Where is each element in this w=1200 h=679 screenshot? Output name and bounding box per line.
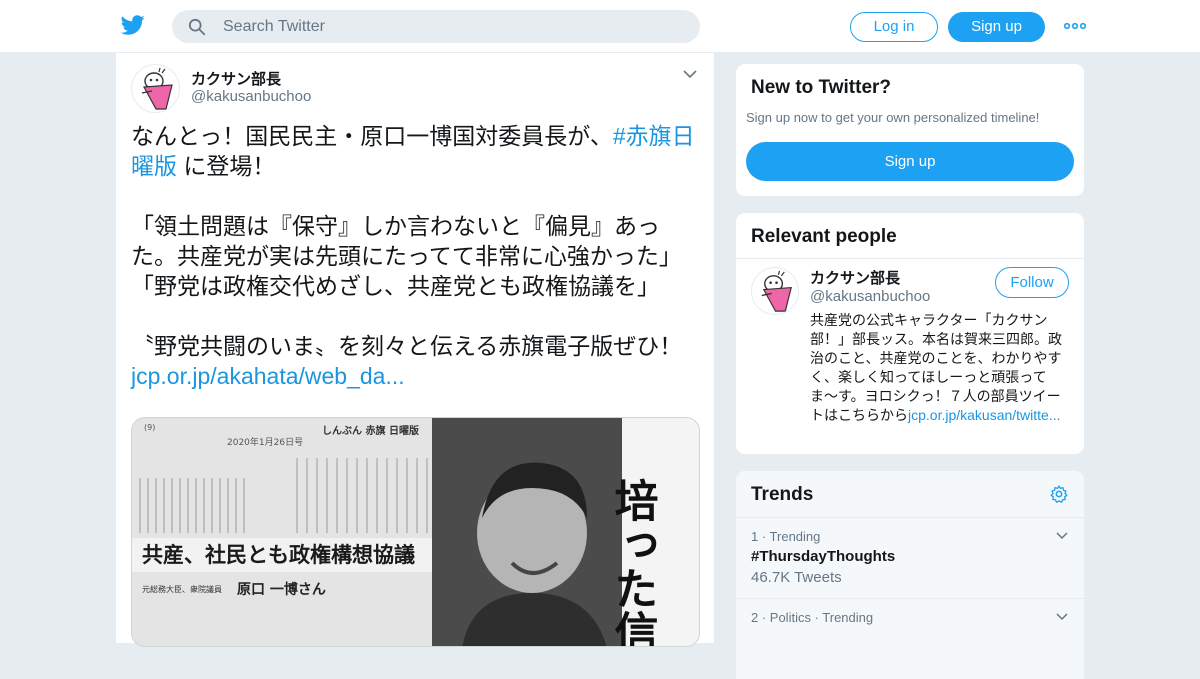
trend-hashtag[interactable]: #ThursdayThoughts [751, 548, 895, 565]
trend-tweet-count: 46.7K Tweets [751, 569, 842, 586]
top-navigation-bar: Search Twitter Log in Sign up [0, 0, 1200, 53]
relevant-people-title: Relevant people [751, 226, 897, 247]
photo-newspaper-header: しんぶん 赤旗 日曜版 [322, 424, 419, 437]
tweet-text-part2: に登場！ 「領土問題は『保守』しか言わないと『偏見』あった。共産党が実は先頭にた… [131, 153, 683, 359]
newspaper-clipping-image: (9) 2020年1月26日号 しんぶん 赤旗 日曜版 共産、社民とも政権構想協… [132, 418, 699, 647]
chevron-down-icon[interactable] [683, 69, 697, 79]
tweet-photo[interactable]: (9) 2020年1月26日号 しんぶん 赤旗 日曜版 共産、社民とも政権構想協… [131, 417, 700, 647]
trend-item[interactable]: 2 · Politics · Trending [736, 598, 1084, 679]
mascot-avatar-image [761, 270, 792, 312]
chevron-down-icon[interactable] [1056, 532, 1068, 540]
gear-icon[interactable] [1049, 484, 1069, 504]
tweet-text-part1: なんとっ！国民民主・原口一博国対委員長が、 [131, 123, 613, 149]
trend-item[interactable]: 1 · Trending #ThursdayThoughts 46.7K Twe… [736, 517, 1084, 598]
trends-title: Trends [751, 484, 814, 505]
photo-byline-role: 元総務大臣、衆院議員 [142, 584, 222, 594]
relevant-person-handle[interactable]: @kakusanbuchoo [810, 288, 930, 305]
photo-headline: 共産、社民とも政権構想協議 [142, 543, 415, 567]
trend-meta: 1 · Trending [751, 529, 821, 544]
search-bar[interactable]: Search Twitter [172, 10, 700, 43]
signup-button[interactable]: Sign up [948, 12, 1045, 42]
more-options-icon[interactable] [1064, 18, 1086, 34]
panel-divider [736, 258, 1084, 259]
mascot-avatar-image [141, 67, 173, 110]
svg-text:(9): (9) [144, 423, 155, 432]
follow-button[interactable]: Follow [995, 267, 1069, 298]
search-input[interactable]: Search Twitter [223, 18, 325, 36]
twitter-bird-icon[interactable] [120, 13, 146, 37]
tweet-author-name[interactable]: カクサン部長 [191, 68, 281, 89]
photo-big-caption: 培った信 [607, 478, 659, 647]
trend-meta: 2 · Politics · Trending [751, 610, 874, 625]
photo-byline-name: 原口 一博さん [237, 581, 326, 598]
panel-signup-button[interactable]: Sign up [746, 142, 1074, 181]
bio-link[interactable]: jcp.or.jp/kakusan/twitte... [908, 407, 1061, 423]
relevant-people-panel: Relevant people カクサン部長 @kakusanbuchoo Fo… [735, 212, 1085, 455]
relevant-person-bio: 共産党の公式キャラクター「カクサン部！」部長ッス。本名は賀来三四郎。政治のこと、… [810, 311, 1072, 425]
tweet-text: なんとっ！国民民主・原口一博国対委員長が、#赤旗日曜版 に登場！ 「領土問題は『… [131, 121, 701, 391]
tweet-url-link[interactable]: jcp.or.jp/akahata/web_da... [131, 363, 405, 389]
new-to-twitter-panel: New to Twitter? Sign up now to get your … [735, 63, 1085, 197]
tweet-card: カクサン部長 @kakusanbuchoo なんとっ！国民民主・原口一博国対委員… [115, 53, 715, 647]
relevant-person-avatar[interactable] [751, 267, 799, 315]
login-button[interactable]: Log in [850, 12, 938, 42]
tweet-author-handle[interactable]: @kakusanbuchoo [191, 88, 311, 105]
new-to-twitter-subtitle: Sign up now to get your own personalized… [746, 110, 1040, 125]
new-to-twitter-title: New to Twitter? [751, 77, 892, 98]
relevant-person-name[interactable]: カクサン部長 [810, 267, 900, 288]
photo-date: 2020年1月26日号 [227, 436, 303, 448]
trends-panel: Trends 1 · Trending #ThursdayThoughts 46… [735, 470, 1085, 679]
search-icon [188, 18, 206, 36]
chevron-down-icon[interactable] [1056, 613, 1068, 621]
tweet-author-avatar[interactable] [131, 64, 180, 113]
